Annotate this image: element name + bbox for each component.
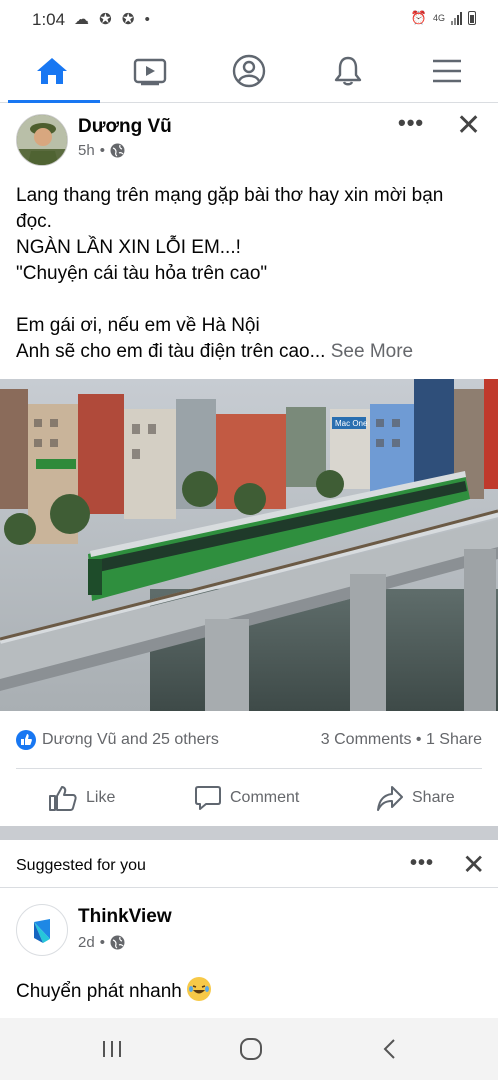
comment-label: Comment bbox=[230, 789, 300, 806]
suggested-post-text: Chuyển phát nhanh bbox=[16, 977, 212, 1003]
like-icon bbox=[49, 786, 77, 811]
close-icon[interactable]: ✕ bbox=[456, 108, 481, 143]
recent-apps-icon bbox=[103, 1041, 121, 1057]
page-avatar[interactable] bbox=[16, 904, 68, 956]
post-text-line bbox=[16, 287, 486, 313]
top-navigation bbox=[0, 40, 498, 103]
more-options-button[interactable]: ••• bbox=[398, 110, 424, 136]
post-actions: Like Comment Share bbox=[0, 772, 498, 824]
status-time: 1:04 bbox=[32, 10, 66, 29]
feed-separator bbox=[0, 826, 498, 840]
video-icon bbox=[133, 58, 167, 86]
page-post-time[interactable]: 2d bbox=[78, 934, 95, 951]
post-header: Dương Vũ 5h • ••• ✕ bbox=[0, 104, 498, 174]
battery-icon bbox=[468, 11, 476, 25]
laughing-emoji-icon bbox=[187, 977, 212, 1001]
reactions-summary[interactable]: Dương Vũ and 25 others bbox=[42, 731, 219, 749]
comment-button[interactable]: Comment bbox=[194, 782, 299, 814]
post-text-line: Em gái ơi, nếu em về Hà Nội bbox=[16, 315, 260, 336]
home-button[interactable] bbox=[231, 1036, 271, 1062]
alarm-icon: ⏰ bbox=[410, 10, 427, 25]
train-photo: Mac One bbox=[0, 379, 498, 711]
post-text-line: Anh sẽ cho em đi tàu điện trên cao... bbox=[16, 341, 326, 362]
notifications-icon bbox=[334, 56, 362, 86]
recent-apps-button[interactable] bbox=[92, 1036, 132, 1062]
like-reaction-icon bbox=[16, 730, 36, 750]
post-meta: 5h • bbox=[78, 142, 125, 159]
suggested-header: Suggested for you ••• ✕ bbox=[0, 840, 498, 888]
network-label: 4G bbox=[432, 13, 445, 23]
see-more-link[interactable]: See More bbox=[331, 341, 413, 362]
system-icons: ⏰ 4G bbox=[411, 10, 476, 26]
suggested-close-icon[interactable]: ✕ bbox=[462, 848, 485, 881]
like-button[interactable]: Like bbox=[48, 782, 115, 814]
page-name[interactable]: ThinkView bbox=[78, 906, 172, 928]
suggested-title: Suggested for you bbox=[16, 857, 146, 874]
page-meta: 2d • bbox=[78, 934, 125, 951]
tab-notifications[interactable] bbox=[300, 40, 396, 102]
status-bar: 1:04 ☁ ✪ ✪ • ⏰ 4G bbox=[0, 0, 498, 40]
avatar-photo bbox=[17, 115, 67, 165]
globe-icon bbox=[110, 143, 125, 158]
sign-label: Mac One bbox=[335, 419, 368, 428]
post-time[interactable]: 5h bbox=[78, 142, 95, 159]
tab-video[interactable] bbox=[102, 40, 198, 102]
post-photo[interactable]: Mac One bbox=[0, 379, 498, 711]
reactions-bar[interactable]: Dương Vũ and 25 others 3 Comments • 1 Sh… bbox=[0, 722, 498, 758]
tab-home[interactable] bbox=[4, 40, 100, 103]
home-circle-icon bbox=[240, 1038, 262, 1060]
share-icon bbox=[377, 786, 403, 811]
menu-icon bbox=[433, 59, 461, 83]
post-text-line: đọc. bbox=[16, 211, 52, 232]
tab-profile[interactable] bbox=[201, 40, 297, 102]
notification-icons: ☁ ✪ ✪ • bbox=[74, 11, 153, 28]
post-author[interactable]: Dương Vũ bbox=[78, 116, 172, 138]
system-navigation-bar bbox=[0, 1018, 498, 1080]
like-label: Like bbox=[86, 789, 116, 806]
suggested-more-options-button[interactable]: ••• bbox=[410, 852, 434, 875]
share-button[interactable]: Share bbox=[376, 782, 455, 814]
post-text-line: "Chuyện cái tàu hỏa trên cao" bbox=[16, 263, 268, 284]
avatar[interactable] bbox=[16, 114, 68, 166]
profile-icon bbox=[232, 54, 266, 88]
divider bbox=[16, 768, 482, 769]
post-text-line: NGÀN LẦN XIN LỖI EM...! bbox=[16, 237, 241, 258]
back-icon bbox=[383, 1039, 395, 1059]
post-text-line: Lang thang trên mạng gặp bài thơ hay xin… bbox=[16, 185, 444, 206]
share-label: Share bbox=[412, 789, 455, 806]
post-text: Lang thang trên mạng gặp bài thơ hay xin… bbox=[16, 183, 486, 365]
tab-menu[interactable] bbox=[399, 40, 495, 102]
thinkview-logo-icon bbox=[34, 919, 50, 943]
signal-icon bbox=[451, 11, 462, 25]
comment-icon bbox=[195, 786, 221, 810]
suggested-text: Chuyển phát nhanh bbox=[16, 981, 182, 1002]
home-icon bbox=[37, 58, 67, 84]
globe-icon bbox=[110, 935, 125, 950]
comments-shares-count[interactable]: 3 Comments • 1 Share bbox=[321, 731, 482, 749]
back-button[interactable] bbox=[370, 1036, 410, 1062]
